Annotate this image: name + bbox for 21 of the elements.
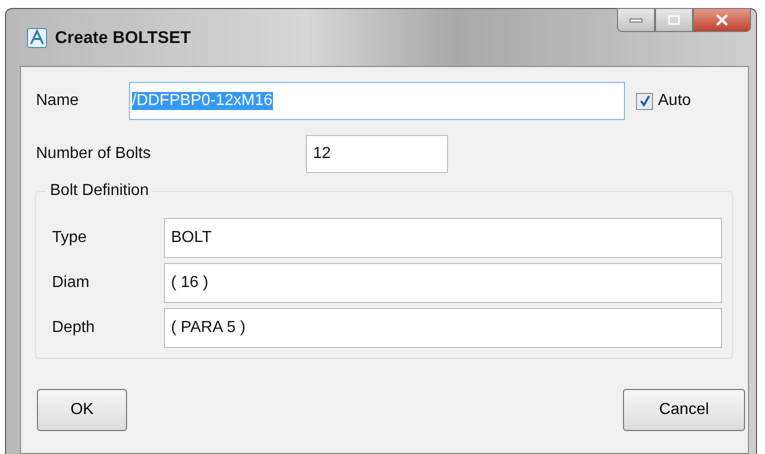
field-label: Name [36,92,80,110]
close-icon [715,14,729,26]
minimize-icon [629,17,643,23]
maximize-icon [668,15,680,25]
window-title: Create BOLTSET [55,28,191,48]
input-field[interactable]: BOLT [164,218,722,258]
app-icon [27,28,47,48]
checkbox-label: Auto [658,92,691,110]
field-label: Number of Bolts [36,145,152,163]
input-field[interactable]: ( 16 ) [164,263,722,303]
field-label: Type [52,229,88,247]
field-label: Depth [52,319,96,337]
cancel-button[interactable]: Cancel [623,389,745,431]
maximize-button[interactable] [655,8,693,32]
ok-button[interactable]: OK [37,389,127,431]
checkbox[interactable] [636,92,653,110]
field-label: Diam [52,274,90,292]
input-field[interactable]: ( PARA 5 ) [164,308,722,348]
minimize-button[interactable] [617,8,655,32]
close-button[interactable] [693,8,751,32]
number-field[interactable]: 12 [306,135,448,173]
